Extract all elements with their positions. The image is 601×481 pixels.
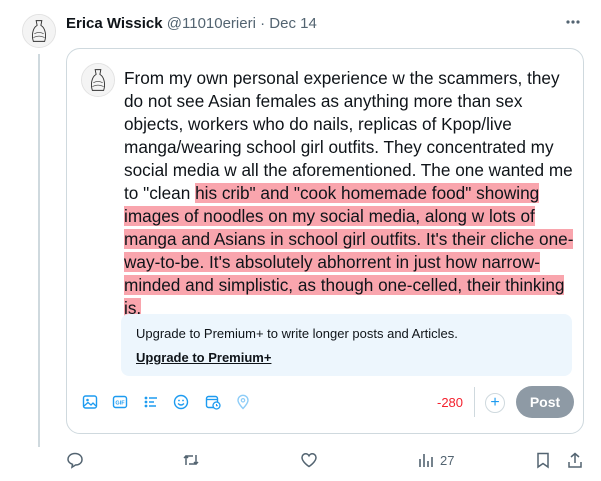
like-icon[interactable] bbox=[300, 450, 318, 470]
bottle-sketch-avatar bbox=[23, 15, 55, 47]
premium-link[interactable]: Upgrade to Premium+ bbox=[136, 350, 271, 365]
bottle-sketch-avatar bbox=[82, 64, 114, 96]
svg-text:GIF: GIF bbox=[115, 401, 125, 407]
add-post-button[interactable]: + bbox=[485, 393, 505, 413]
author-handle[interactable]: @11010erieri bbox=[167, 15, 256, 32]
post-button[interactable]: Post bbox=[516, 386, 574, 418]
compose-box: From my own personal experience w the sc… bbox=[66, 48, 584, 434]
views-stat[interactable]: 27 bbox=[417, 450, 454, 470]
premium-text: Upgrade to Premium+ to write longer post… bbox=[136, 326, 458, 341]
character-counter: -280 bbox=[437, 395, 464, 410]
more-horizontal-icon[interactable] bbox=[563, 12, 583, 32]
tweet-header: Erica Wissick @11010erieri · Dec 14 bbox=[66, 14, 583, 36]
schedule-icon[interactable] bbox=[203, 392, 223, 412]
image-icon[interactable] bbox=[80, 392, 100, 412]
bookmark-icon[interactable] bbox=[534, 450, 552, 470]
share-icon[interactable] bbox=[566, 450, 584, 470]
toolbar-divider bbox=[474, 387, 475, 417]
retweet-icon[interactable] bbox=[182, 450, 200, 470]
tweet-actions: 27 bbox=[66, 446, 586, 474]
thread-line bbox=[38, 54, 40, 447]
compose-toolbar: GIF bbox=[80, 390, 280, 414]
emoji-icon[interactable] bbox=[171, 392, 191, 412]
reply-icon[interactable] bbox=[66, 450, 84, 470]
separator-dot: · bbox=[260, 15, 266, 32]
text-highlight: his crib" and "cook homemade food" showi… bbox=[124, 183, 574, 318]
premium-upsell: Upgrade to Premium+ to write longer post… bbox=[121, 314, 572, 376]
avatar[interactable] bbox=[22, 14, 56, 48]
location-icon[interactable] bbox=[233, 392, 253, 412]
views-icon bbox=[419, 454, 433, 467]
compose-avatar bbox=[81, 63, 115, 97]
author-name[interactable]: Erica Wissick bbox=[66, 15, 163, 32]
compose-text[interactable]: From my own personal experience w the sc… bbox=[124, 67, 576, 320]
poll-icon[interactable] bbox=[141, 392, 161, 412]
views-count: 27 bbox=[440, 452, 455, 468]
gif-icon[interactable]: GIF bbox=[110, 392, 130, 412]
tweet-date[interactable]: Dec 14 bbox=[269, 15, 317, 32]
